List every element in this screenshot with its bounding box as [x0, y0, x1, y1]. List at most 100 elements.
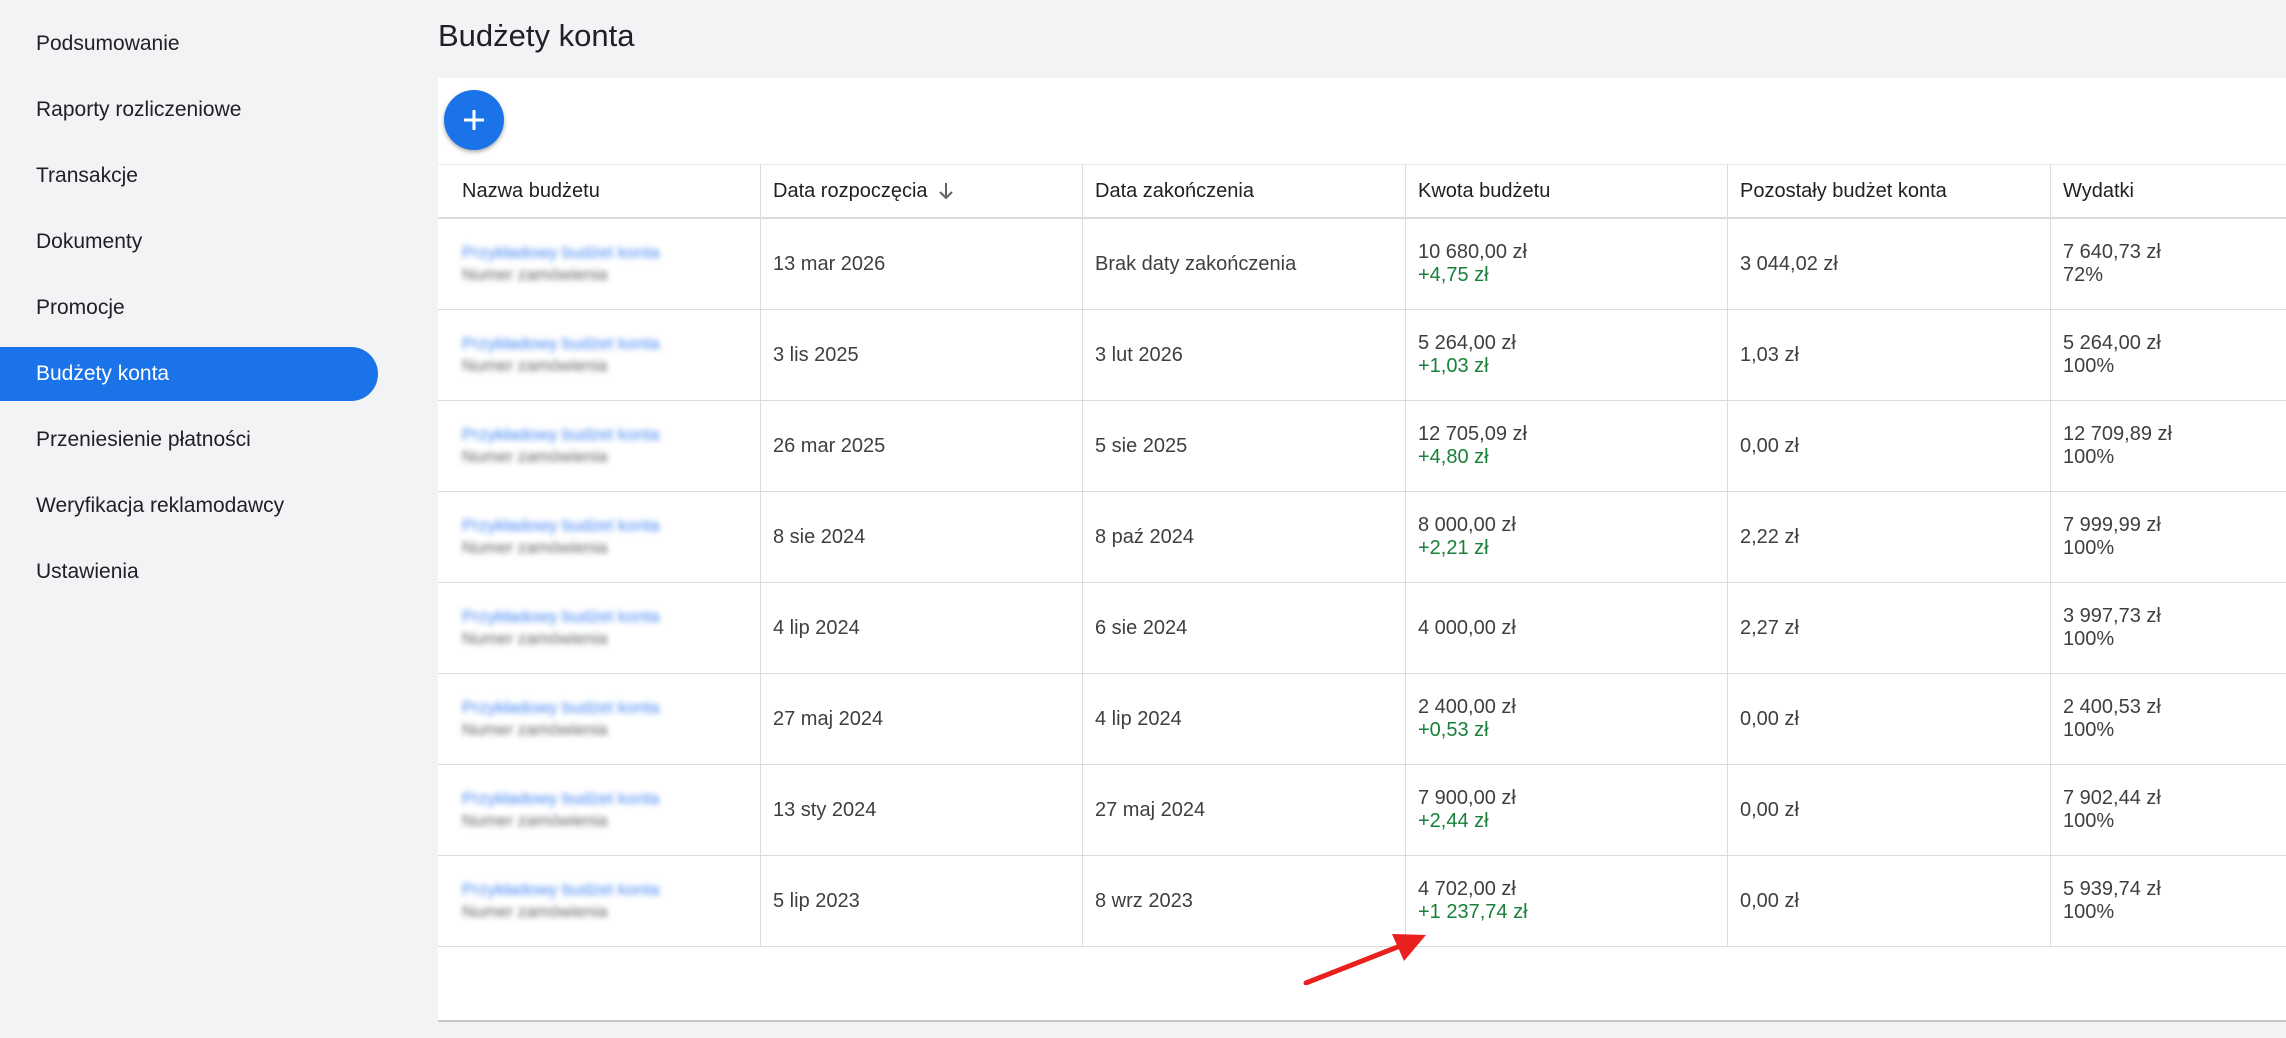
amount-cell: 12 705,09 zł +4,80 zł	[1405, 401, 1727, 491]
column-header-remaining[interactable]: Pozostały budżet konta	[1727, 165, 2050, 217]
spend-percent: 100%	[2063, 810, 2115, 832]
budget-name-cell[interactable]: Przykładowy budżet konta Numer zamówieni…	[438, 310, 760, 400]
red-arrow-icon	[1303, 934, 1426, 985]
spend-percent: 72%	[2063, 264, 2104, 286]
start-date-cell: 13 sty 2024	[760, 765, 1082, 855]
end-date-cell: 27 maj 2024	[1082, 765, 1405, 855]
spend-percent: 100%	[2063, 628, 2115, 650]
remaining-cell: 3 044,02 zł	[1727, 219, 2050, 309]
remaining-cell: 1,03 zł	[1727, 310, 2050, 400]
budget-name-cell[interactable]: Przykładowy budżet konta Numer zamówieni…	[438, 492, 760, 582]
end-date-cell: 8 paź 2024	[1082, 492, 1405, 582]
budget-order-number: Numer zamówienia	[462, 356, 608, 375]
sidebar-item-budzety-konta[interactable]: Budżety konta	[0, 347, 378, 401]
sidebar-item-raporty-rozliczeniowe[interactable]: Raporty rozliczeniowe	[0, 83, 378, 137]
budgets-table: Nazwa budżetu Data rozpoczęcia Data zako…	[438, 164, 2286, 947]
budget-name-cell[interactable]: Przykładowy budżet konta Numer zamówieni…	[438, 401, 760, 491]
amount-adjustment: +2,44 zł	[1418, 810, 1489, 832]
budget-name-link[interactable]: Przykładowy budżet konta	[462, 333, 760, 355]
budget-name-cell[interactable]: Przykładowy budżet konta Numer zamówieni…	[438, 856, 760, 946]
budget-order-number: Numer zamówienia	[462, 629, 608, 648]
remaining-cell: 0,00 zł	[1727, 674, 2050, 764]
sidebar-item-podsumowanie[interactable]: Podsumowanie	[0, 17, 378, 71]
amount-adjustment: +4,75 zł	[1418, 264, 1489, 286]
start-date-cell: 4 lip 2024	[760, 583, 1082, 673]
end-date-cell: 6 sie 2024	[1082, 583, 1405, 673]
spend-cell: 2 400,53 zł 100%	[2050, 674, 2286, 764]
sidebar-item-ustawienia[interactable]: Ustawienia	[0, 545, 378, 599]
remaining-cell: 0,00 zł	[1727, 765, 2050, 855]
spend-cell: 5 264,00 zł 100%	[2050, 310, 2286, 400]
budget-name-cell[interactable]: Przykładowy budżet konta Numer zamówieni…	[438, 674, 760, 764]
remaining-cell: 2,27 zł	[1727, 583, 2050, 673]
column-header-name[interactable]: Nazwa budżetu	[438, 165, 760, 217]
spend-percent: 100%	[2063, 901, 2115, 923]
spend-cell: 3 997,73 zł 100%	[2050, 583, 2286, 673]
spend-cell: 7 902,44 zł 100%	[2050, 765, 2286, 855]
end-date-cell: Brak daty zakończenia	[1082, 219, 1405, 309]
start-date-cell: 27 maj 2024	[760, 674, 1082, 764]
table-row: Przykładowy budżet konta Numer zamówieni…	[438, 765, 2286, 856]
budget-name-link[interactable]: Przykładowy budżet konta	[462, 788, 760, 810]
sidebar-item-transakcje[interactable]: Transakcje	[0, 149, 378, 203]
column-header-start-date[interactable]: Data rozpoczęcia	[760, 165, 1082, 217]
budget-order-number: Numer zamówienia	[462, 902, 608, 921]
budget-name-link[interactable]: Przykładowy budżet konta	[462, 515, 760, 537]
budget-name-link[interactable]: Przykładowy budżet konta	[462, 879, 760, 901]
budget-name-cell[interactable]: Przykładowy budżet konta Numer zamówieni…	[438, 583, 760, 673]
spend-cell: 7 640,73 zł 72%	[2050, 219, 2286, 309]
remaining-cell: 2,22 zł	[1727, 492, 2050, 582]
spend-cell: 5 939,74 zł 100%	[2050, 856, 2286, 946]
sidebar-item-dokumenty[interactable]: Dokumenty	[0, 215, 378, 269]
sidebar-nav: Podsumowanie Raporty rozliczeniowe Trans…	[0, 0, 400, 1038]
budget-name-cell[interactable]: Przykładowy budżet konta Numer zamówieni…	[438, 765, 760, 855]
spend-percent: 100%	[2063, 537, 2115, 559]
arrow-down-icon	[938, 183, 953, 200]
start-date-cell: 8 sie 2024	[760, 492, 1082, 582]
sidebar-item-weryfikacja-reklamodawcy[interactable]: Weryfikacja reklamodawcy	[0, 479, 378, 533]
amount-cell: 4 000,00 zł	[1405, 583, 1727, 673]
add-budget-button[interactable]	[444, 90, 504, 150]
table-row: Przykładowy budżet konta Numer zamówieni…	[438, 401, 2286, 492]
sidebar-item-promocje[interactable]: Promocje	[0, 281, 378, 335]
start-date-cell: 5 lip 2023	[760, 856, 1082, 946]
budget-name-link[interactable]: Przykładowy budżet konta	[462, 424, 760, 446]
column-header-spend[interactable]: Wydatki	[2050, 165, 2286, 217]
budget-name-link[interactable]: Przykładowy budżet konta	[462, 606, 760, 628]
remaining-cell: 0,00 zł	[1727, 401, 2050, 491]
table-row: Przykładowy budżet konta Numer zamówieni…	[438, 583, 2286, 674]
end-date-cell: 5 sie 2025	[1082, 401, 1405, 491]
budget-order-number: Numer zamówienia	[462, 447, 608, 466]
amount-adjustment: +4,80 zł	[1418, 446, 1489, 468]
spend-cell: 7 999,99 zł 100%	[2050, 492, 2286, 582]
budget-order-number: Numer zamówienia	[462, 538, 608, 557]
page-title: Budżety konta	[438, 18, 635, 53]
amount-adjustment: +1 237,74 zł	[1418, 901, 1528, 923]
amount-cell: 4 702,00 zł +1 237,74 zł	[1405, 856, 1727, 946]
budget-order-number: Numer zamówienia	[462, 720, 608, 739]
start-date-cell: 13 mar 2026	[760, 219, 1082, 309]
amount-cell: 5 264,00 zł +1,03 zł	[1405, 310, 1727, 400]
budget-name-link[interactable]: Przykładowy budżet konta	[462, 697, 760, 719]
spend-percent: 100%	[2063, 355, 2115, 377]
amount-adjustment: +2,21 zł	[1418, 537, 1489, 559]
column-header-end-date[interactable]: Data zakończenia	[1082, 165, 1405, 217]
table-header-row: Nazwa budżetu Data rozpoczęcia Data zako…	[438, 164, 2286, 219]
spend-cell: 12 709,89 zł 100%	[2050, 401, 2286, 491]
budget-name-cell[interactable]: Przykładowy budżet konta Numer zamówieni…	[438, 219, 760, 309]
budget-order-number: Numer zamówienia	[462, 265, 608, 284]
amount-adjustment: +1,03 zł	[1418, 355, 1489, 377]
end-date-cell: 3 lut 2026	[1082, 310, 1405, 400]
budget-name-link[interactable]: Przykładowy budżet konta	[462, 242, 760, 264]
spend-percent: 100%	[2063, 446, 2115, 468]
table-row: Przykładowy budżet konta Numer zamówieni…	[438, 674, 2286, 765]
budget-order-number: Numer zamówienia	[462, 811, 608, 830]
amount-cell: 7 900,00 zł +2,44 zł	[1405, 765, 1727, 855]
amount-adjustment: +0,53 zł	[1418, 719, 1489, 741]
column-header-amount[interactable]: Kwota budżetu	[1405, 165, 1727, 217]
amount-cell: 2 400,00 zł +0,53 zł	[1405, 674, 1727, 764]
end-date-cell: 4 lip 2024	[1082, 674, 1405, 764]
amount-cell: 8 000,00 zł +2,21 zł	[1405, 492, 1727, 582]
start-date-cell: 3 lis 2025	[760, 310, 1082, 400]
sidebar-item-przeniesienie-platnosci[interactable]: Przeniesienie płatności	[0, 413, 378, 467]
